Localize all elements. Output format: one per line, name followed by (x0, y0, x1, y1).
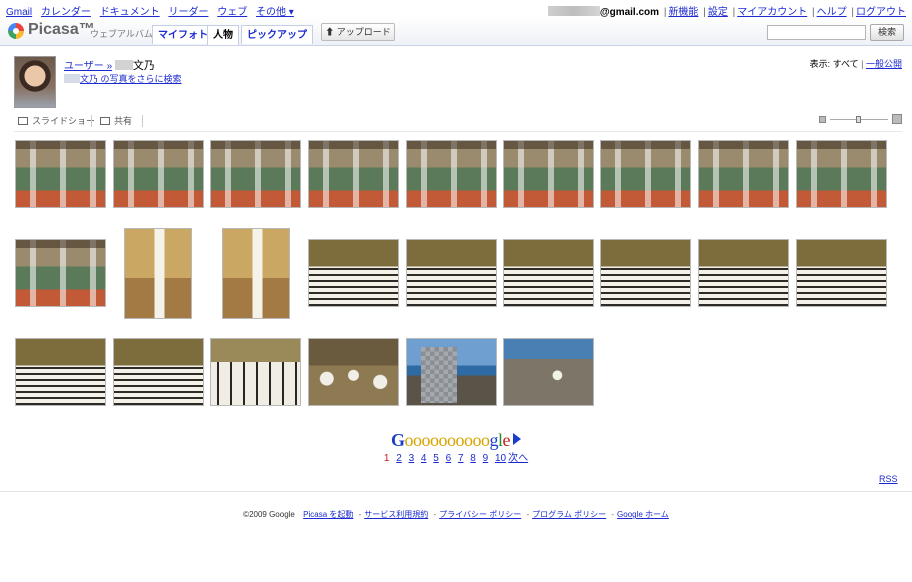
photo-thumbnail[interactable] (406, 239, 497, 307)
large-thumb-icon (892, 114, 902, 124)
photo-thumbnail[interactable] (796, 239, 887, 307)
small-thumb-icon (819, 116, 826, 123)
gooogle-logo: Goooooooooogle (0, 430, 912, 451)
page-6[interactable]: 6 (446, 453, 452, 464)
view-filter: 表示: すべて | 一般公開 (809, 59, 902, 69)
picasa-pinwheel-icon (8, 23, 24, 39)
search-button[interactable]: 検索 (870, 24, 904, 41)
share-button[interactable]: 共有 (100, 114, 132, 127)
logo-subtitle: ウェブアルバム (90, 29, 153, 39)
photo-thumbnail[interactable] (698, 140, 789, 208)
photo-thumbnail[interactable] (113, 140, 204, 208)
footer-link-program-policy[interactable]: プログラム ポリシー (532, 510, 606, 519)
tab-people[interactable]: 人物 (207, 25, 239, 45)
photo-thumbnail[interactable] (406, 338, 497, 406)
footer-link-google-home[interactable]: Google ホーム (617, 510, 669, 519)
footer-link-privacy[interactable]: プライバシー ポリシー (439, 510, 521, 519)
picasa-header: Picasa™ ウェブアルバム マイフォト 人物 ピックアップ ⬆ アップロード… (0, 17, 912, 46)
breadcrumb-users[interactable]: ユーザー » (64, 61, 112, 72)
name-redacted (64, 74, 80, 83)
photo-thumbnail[interactable] (210, 338, 301, 406)
avatar[interactable] (14, 56, 56, 108)
next-arrow-icon[interactable] (513, 433, 522, 445)
share-label: 共有 (114, 116, 133, 126)
pixelated-face (421, 347, 457, 403)
name-redacted (114, 60, 133, 70)
photo-thumbnail[interactable] (600, 140, 691, 208)
user-name: 文乃 (132, 60, 155, 72)
photo-thumbnail[interactable] (124, 228, 192, 319)
slider-handle[interactable] (856, 116, 861, 123)
logo-word: Picasa™ (28, 21, 95, 38)
footer-link-launch-picasa[interactable]: Picasa を起動 (303, 510, 353, 519)
pagination: Goooooooooogle 1 2 3 4 5 6 7 8 9 10 次へ (0, 430, 912, 464)
footer: ©2009 Google Picasa を起動 - サービス利用規約 - プライバシ… (243, 510, 669, 519)
view-label: 表示: (809, 59, 831, 69)
photo-thumbnail[interactable] (15, 338, 106, 406)
photo-thumbnail[interactable] (308, 140, 399, 208)
page-2[interactable]: 2 (396, 453, 402, 464)
page-4[interactable]: 4 (421, 453, 427, 464)
view-all: すべて (832, 59, 859, 69)
footer-link-terms[interactable]: サービス利用規約 (364, 510, 428, 519)
photo-thumbnail[interactable] (308, 239, 399, 307)
google-bar: Gmail カレンダー ドキュメント リーダー ウェブ その他 ▾ @gmail… (6, 6, 906, 18)
photo-thumbnail[interactable] (406, 140, 497, 208)
thumbnail-size-slider[interactable] (819, 114, 902, 126)
search-input[interactable] (767, 25, 866, 40)
email-redacted (547, 6, 600, 16)
photo-thumbnail[interactable] (15, 140, 106, 208)
photo-thumbnail[interactable] (308, 338, 399, 406)
mail-icon (100, 117, 110, 125)
page-5[interactable]: 5 (433, 453, 439, 464)
upload-label: アップロード (336, 27, 391, 37)
photo-thumbnail[interactable] (503, 140, 594, 208)
slideshow-button[interactable]: スライドショー (18, 114, 95, 127)
next-page-link[interactable]: 次へ (508, 453, 528, 464)
page-9[interactable]: 9 (483, 453, 489, 464)
page-10[interactable]: 10 (495, 453, 506, 464)
breadcrumb: ユーザー » 文乃 (64, 57, 155, 73)
view-public-link[interactable]: 一般公開 (866, 59, 902, 69)
slideshow-icon (18, 117, 28, 125)
photo-thumbnail[interactable] (796, 140, 887, 208)
photo-thumbnail[interactable] (222, 228, 290, 319)
more-photos-link[interactable]: 文乃 の写真をさらに検索 (80, 74, 182, 84)
rss-link[interactable]: RSS (879, 474, 898, 484)
tab-featured[interactable]: ピックアップ (241, 25, 313, 44)
page-3[interactable]: 3 (409, 453, 415, 464)
photo-thumbnail[interactable] (698, 239, 789, 307)
page-1: 1 (383, 453, 390, 464)
page-8[interactable]: 8 (470, 453, 476, 464)
upload-icon: ⬆ (325, 27, 335, 37)
copyright: ©2009 Google (243, 510, 295, 519)
photo-thumbnail[interactable] (600, 239, 691, 307)
photo-thumbnail[interactable] (15, 239, 106, 307)
tab-my-photos[interactable]: マイフォト (152, 25, 214, 44)
photo-thumbnail[interactable] (113, 338, 204, 406)
photo-toolbar: スライドショー 共有 (14, 114, 902, 128)
slideshow-label: スライドショー (32, 116, 96, 126)
photo-thumbnail[interactable] (503, 338, 594, 406)
photo-thumbnail[interactable] (503, 239, 594, 307)
page-7[interactable]: 7 (458, 453, 464, 464)
upload-button[interactable]: ⬆ アップロード (321, 23, 395, 41)
photo-thumbnail[interactable] (210, 140, 301, 208)
